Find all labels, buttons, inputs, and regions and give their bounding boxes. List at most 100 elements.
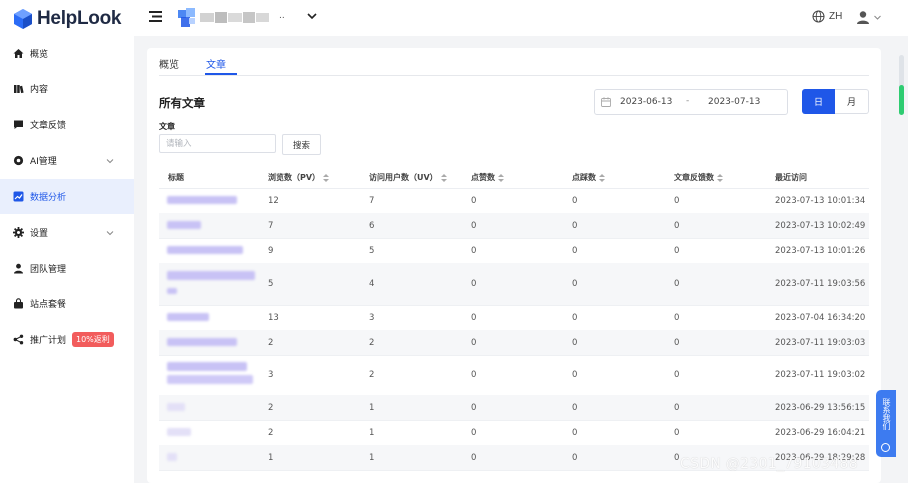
column-header-pv[interactable]: 浏览数（PV） <box>268 172 330 183</box>
cell-feedback: 0 <box>674 246 680 256</box>
tab-articles[interactable]: 文章 <box>206 56 226 71</box>
sidebar-item-feedback[interactable]: 文章反馈 <box>0 107 134 142</box>
chart-icon <box>13 191 24 202</box>
article-title-redacted[interactable] <box>167 453 177 461</box>
sort-icon[interactable] <box>717 173 723 182</box>
watermark: CSDN @2301_79103488 <box>680 456 858 472</box>
sidebar-item-promotion[interactable]: 推广计划 10%返利 <box>0 322 134 357</box>
cell-last-visit: 2023-06-29 13:56:15 <box>775 403 866 413</box>
cell-likes: 0 <box>471 221 477 231</box>
active-tab-indicator <box>205 73 237 75</box>
tab-bar: 概览 文章 <box>159 48 869 76</box>
helplook-logo-icon <box>14 9 32 29</box>
share-icon <box>13 334 24 345</box>
cell-uv: 3 <box>369 313 375 323</box>
chevron-down-icon[interactable] <box>306 10 318 22</box>
cell-pv: 13 <box>268 313 279 323</box>
cell-last-visit: 2023-07-11 19:03:56 <box>775 279 866 289</box>
article-title-redacted[interactable] <box>167 313 209 321</box>
table-row[interactable]: 3 2 0 0 0 2023-07-11 19:03:02 <box>159 355 869 396</box>
cell-last-visit: 2023-07-04 16:34:20 <box>775 313 866 323</box>
table-row[interactable]: 2 1 0 0 0 2023-06-29 16:04:21 <box>159 420 869 446</box>
sidebar-item-overview[interactable]: 概览 <box>0 36 134 71</box>
cell-last-visit: 2023-07-13 10:02:49 <box>775 221 866 231</box>
sidebar-item-settings[interactable]: 设置 <box>0 215 134 250</box>
table-header: 标题 浏览数（PV） 访问用户数（UV） 点赞数 点踩数 文章反馈数 最近访问 <box>159 166 869 189</box>
tab-overview[interactable]: 概览 <box>159 56 179 71</box>
cell-likes: 0 <box>471 428 477 438</box>
sidebar-item-content[interactable]: 内容 <box>0 71 134 106</box>
column-header-title: 标题 <box>168 173 184 182</box>
date-range-picker[interactable]: 2023-06-13 - 2023-07-13 <box>594 89 788 115</box>
cell-last-visit: 2023-07-13 10:01:26 <box>775 246 866 256</box>
sidebar-item-label: 数据分析 <box>30 193 67 203</box>
sidebar-item-label: 内容 <box>30 85 49 95</box>
bag-icon <box>14 298 23 309</box>
cell-likes: 0 <box>471 453 477 463</box>
cell-likes: 0 <box>471 246 477 256</box>
table-row[interactable]: 5 4 0 0 0 2023-07-11 19:03:56 <box>159 263 869 306</box>
table-row[interactable]: 2 1 0 0 0 2023-06-29 13:56:15 <box>159 395 869 421</box>
search-button[interactable]: 搜索 <box>282 134 321 155</box>
table-row[interactable]: 2 2 0 0 0 2023-07-11 19:03:03 <box>159 330 869 356</box>
cell-likes: 0 <box>471 338 477 348</box>
date-end[interactable]: 2023-07-13 <box>708 97 760 107</box>
top-bar: HelpLook .. ZH <box>0 0 908 36</box>
space-logo-icon[interactable] <box>178 8 196 28</box>
cell-last-visit: 2023-07-11 19:03:03 <box>775 338 866 348</box>
contact-us-button[interactable]: 联系我们 <box>876 390 896 457</box>
article-title-redacted[interactable] <box>167 403 185 411</box>
column-header-dislikes[interactable]: 点踩数 <box>572 172 605 183</box>
cell-dislikes: 0 <box>572 313 578 323</box>
ai-icon <box>13 155 24 166</box>
calendar-icon <box>601 97 611 107</box>
sidebar-item-ai[interactable]: AI管理 <box>0 143 134 178</box>
cell-pv: 12 <box>268 196 279 206</box>
cell-last-visit: 2023-07-13 10:01:34 <box>775 196 866 206</box>
article-title-redacted[interactable] <box>167 362 247 371</box>
cell-dislikes: 0 <box>572 221 578 231</box>
article-title-redacted[interactable] <box>167 338 237 346</box>
article-title-redacted[interactable] <box>167 246 243 254</box>
user-menu[interactable] <box>856 10 882 24</box>
article-search-input[interactable] <box>159 134 276 153</box>
table-row[interactable]: 7 6 0 0 0 2023-07-13 10:02:49 <box>159 213 869 239</box>
space-name-suffix: .. <box>279 11 285 21</box>
article-title-redacted[interactable] <box>167 271 255 280</box>
article-title-redacted[interactable] <box>167 221 201 229</box>
granularity-month-button[interactable]: 月 <box>835 89 869 114</box>
sidebar-item-team[interactable]: 团队管理 <box>0 251 134 286</box>
cell-dislikes: 0 <box>572 338 578 348</box>
brand-logo[interactable]: HelpLook <box>14 8 121 30</box>
column-header-likes[interactable]: 点赞数 <box>471 172 504 183</box>
article-title-redacted[interactable] <box>167 196 237 204</box>
table-row[interactable]: 9 5 0 0 0 2023-07-13 10:01:26 <box>159 238 869 264</box>
article-title-redacted <box>167 375 253 384</box>
menu-toggle-icon[interactable] <box>149 10 162 23</box>
page-scrollbar-thumb[interactable] <box>899 85 904 115</box>
promo-badge: 10%返利 <box>72 332 114 347</box>
table-row[interactable]: 12 7 0 0 0 2023-07-13 10:01:34 <box>159 188 869 214</box>
sidebar-item-plan[interactable]: 站点套餐 <box>0 286 134 321</box>
cell-pv: 2 <box>268 428 274 438</box>
granularity-day-button[interactable]: 日 <box>802 89 835 114</box>
sort-icon[interactable] <box>498 173 504 182</box>
table-row[interactable]: 13 3 0 0 0 2023-07-04 16:34:20 <box>159 305 869 331</box>
article-title-redacted[interactable] <box>167 428 191 436</box>
column-header-uv[interactable]: 访问用户数（UV） <box>369 172 447 183</box>
cell-feedback: 0 <box>674 428 680 438</box>
date-start[interactable]: 2023-06-13 <box>620 97 672 107</box>
column-header-feedback[interactable]: 文章反馈数 <box>674 172 723 183</box>
sort-icon[interactable] <box>440 173 447 182</box>
sidebar-item-label: 推广计划 <box>30 336 67 346</box>
language-label: ZH <box>829 11 843 22</box>
cell-dislikes: 0 <box>572 279 578 289</box>
language-switcher[interactable]: ZH <box>812 10 842 23</box>
column-header-last-visit: 最近访问 <box>775 173 807 182</box>
space-name-redacted[interactable] <box>200 11 270 24</box>
sidebar-item-analytics[interactable]: 数据分析 <box>0 179 134 214</box>
sort-icon[interactable] <box>599 173 605 182</box>
cell-uv: 1 <box>369 453 375 463</box>
cell-dislikes: 0 <box>572 428 578 438</box>
sort-icon[interactable] <box>323 173 330 182</box>
